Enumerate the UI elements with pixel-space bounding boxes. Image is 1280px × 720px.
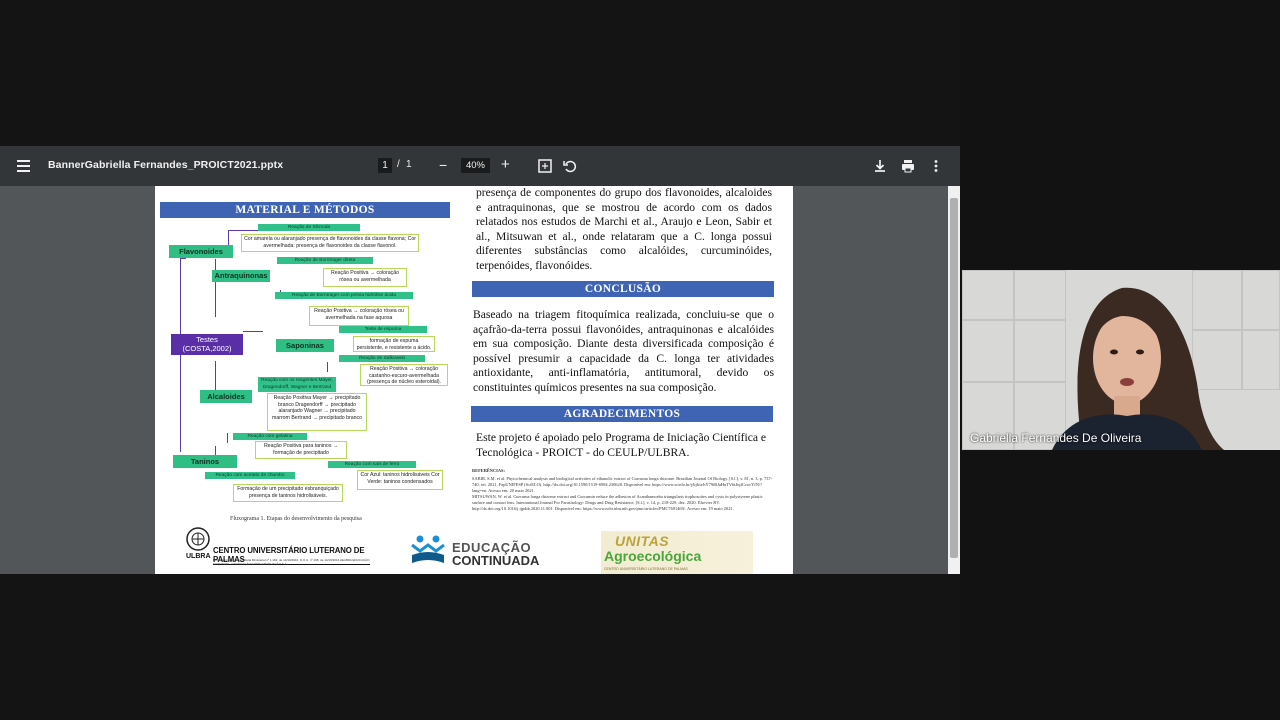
conclusion-header: CONCLUSÃO [472, 281, 774, 297]
unitas-sub: CENTRO UNIVERSITÁRIO LUTERANO DE PALMAS [604, 567, 688, 571]
screen-share-area: BannerGabriella Fernandes_PROICT2021.ppt… [0, 0, 960, 720]
zoom-input[interactable]: 40% [461, 158, 490, 173]
pdf-viewer: BannerGabriella Fernandes_PROICT2021.ppt… [0, 146, 960, 574]
download-icon[interactable] [872, 158, 888, 174]
flow-gelatina: Reação com gelatina [233, 433, 307, 440]
flow-gelatina-result: Reação Positiva para taninos → formação … [255, 441, 347, 459]
flow-flavonoides: Flavonoides [169, 245, 233, 258]
educacao-continuada-logo: EDUCAÇÃO CONTINUADA [408, 533, 568, 571]
flow-tests-ref: (COSTA,2002) [182, 343, 232, 353]
menu-icon[interactable] [17, 160, 30, 172]
methods-header: MATERIAL E MÉTODOS [160, 202, 450, 218]
flow-shinoda-result: Cor amarela ou alaranjado presença de fl… [241, 234, 419, 252]
zoom-out-button[interactable]: − [439, 157, 447, 173]
fit-page-icon[interactable] [537, 158, 553, 174]
reference-1: SABIR, S.M. et al. Phytochemical analysi… [472, 476, 773, 493]
ulbra-logo-text: ULBRA [186, 553, 211, 560]
reference-2: MITSUWAN, W. et al. Curcuma longa rhizom… [472, 494, 763, 511]
unitas-text: UNITAS [615, 533, 670, 549]
flow-acetato: Reação com acetato de chumbo [205, 472, 295, 479]
flow-acetato-result: Formação de um precipitado esbranquiçado… [233, 484, 343, 502]
total-pages: 1 [406, 159, 412, 170]
conclusion-text: Baseado na triagem fitoquímica realizada… [473, 308, 774, 394]
flow-salkowski-result: Reação Positiva → coloração castanho-esc… [360, 364, 448, 386]
flow-alcaloides: Alcaloides [200, 390, 252, 403]
flow-salkowski: Reação de Salkowski [339, 355, 425, 362]
flow-sais-ferro-result: Cor Azul: taninos hidrolisáveis Cor Verd… [357, 470, 443, 490]
file-name: BannerGabriella Fernandes_PROICT2021.ppt… [48, 159, 284, 171]
ulbra-logo: ULBRA CENTRO UNIVERSITÁRIO LUTERANO DE P… [185, 526, 370, 574]
results-text: presença de componentes do grupo dos fla… [476, 186, 772, 272]
ulbra-sub: Recredenciado pela Portaria Ministerial … [213, 558, 370, 566]
flow-espuma-result: formação de espuma persistente, e resist… [353, 336, 435, 352]
participant-video[interactable] [962, 270, 1280, 450]
people-book-icon [411, 535, 445, 563]
continuada-text: CONTINUADA [452, 553, 540, 568]
flow-borntrager-direta: Reação de Borntrager direta [277, 257, 373, 264]
flow-tests-node: Testes (COSTA,2002) [171, 334, 243, 355]
agroecologica-text: Agroecológica [604, 548, 702, 564]
flow-borntrager-hidrolise: Reação de Borntrager com prévia hidrólis… [275, 292, 413, 299]
unitas-logo: UNITAS Agroecológica CENTRO UNIVERSITÁRI… [601, 531, 753, 574]
rotate-icon[interactable] [562, 158, 578, 174]
flow-sais-ferro: Reação com sais de ferro [328, 461, 416, 468]
scrollbar-thumb[interactable] [950, 198, 958, 558]
flow-shinoda: Reação de Shinoda [258, 224, 360, 231]
flow-borntrager-result: Reação Positiva → coloração rósea ou ave… [323, 268, 407, 287]
participant-name: Gabriella Fernandes De Oliveira [970, 431, 1142, 445]
flow-caption: Fluxograma 1. Etapas do desenvolvimento … [230, 516, 362, 522]
pdf-page: MATERIAL E MÉTODOS Testes (COSTA,2002) F… [155, 186, 793, 574]
participant-avatar [1052, 287, 1224, 450]
thanks-header: AGRADECIMENTOS [471, 406, 773, 422]
print-icon[interactable] [900, 158, 916, 174]
flow-antraquinonas: Antraquinonas [212, 270, 270, 282]
flow-taninos: Taninos [173, 455, 237, 468]
flow-espuma: Teste de espuma [339, 326, 427, 333]
pdf-toolbar: BannerGabriella Fernandes_PROICT2021.ppt… [0, 146, 960, 186]
page-number-input[interactable]: 1 [378, 158, 392, 173]
flow-saponinas: Saponinas [276, 339, 334, 352]
references: REFERÊNCIAS: SABIR, S.M. et al. Phytoche… [472, 468, 776, 512]
more-options-icon[interactable] [928, 158, 944, 174]
ulbra-seal-icon [186, 527, 210, 551]
flow-alcaloides-result: Reação Positiva Mayer → precipitado bran… [267, 393, 367, 431]
thanks-text: Este projeto é apoiado pelo Programa de … [476, 431, 767, 459]
zoom-in-button[interactable]: + [501, 156, 510, 173]
flow-reagentes: Reação com os reagentes Mayer, Dragendor… [258, 377, 336, 392]
flow-borntrager-hidrolise-result: Reação Positiva → coloração rósea ou ave… [309, 306, 409, 326]
page-separator: / [397, 159, 400, 170]
references-title: REFERÊNCIAS: [472, 468, 505, 473]
